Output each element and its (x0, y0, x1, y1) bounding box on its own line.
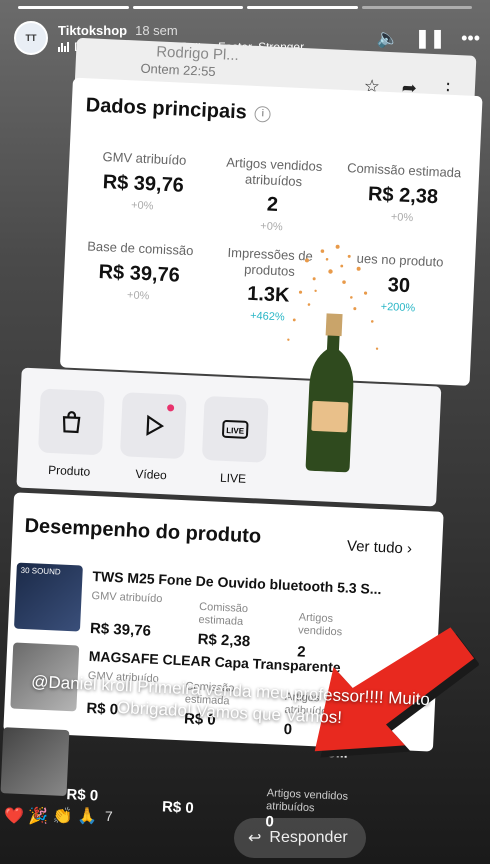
shortcut-product: Produto (37, 388, 105, 479)
metric-commission: Comissão estimada R$ 2,38 +0% (346, 160, 462, 224)
metric-items-sold: Artigos vendidos atribuídos 2 +0% (225, 154, 323, 234)
main-data-card: Dados principais i GMV atribuído R$ 39,7… (59, 77, 483, 386)
performance-title: Desempenho do produto (24, 514, 262, 548)
metric-gmv: GMV atribuído R$ 39,76 +0% (102, 149, 187, 212)
live-icon: LIVE (222, 419, 249, 439)
info-icon: i (254, 105, 272, 123)
reactions-bar[interactable]: ❤️ 🎉 👏 🙏 7 (4, 806, 113, 826)
product-thumbnail (0, 727, 70, 797)
svg-text:LIVE: LIVE (226, 426, 245, 436)
metric-commission-base: Base de comissão R$ 39,76 +0% (86, 238, 194, 302)
reaction-count: 7 (105, 808, 113, 824)
more-options-icon[interactable]: ••• (461, 28, 480, 49)
shortcut-live: LIVE LIVE (201, 395, 269, 487)
shopping-bag-icon (62, 411, 81, 434)
reply-button[interactable]: ↩ Responder (234, 818, 366, 858)
main-data-title: Dados principais (85, 94, 248, 124)
product-thumbnail: 30 SOUND (13, 562, 83, 632)
reaction-emojis: ❤️ 🎉 👏 🙏 (4, 808, 98, 825)
shortcut-video: Vídeo (119, 392, 187, 483)
reply-label: Responder (269, 829, 348, 846)
play-icon (146, 414, 165, 436)
contact-time: Ontem 22:55 (140, 60, 216, 80)
champagne-bottle-sticker (287, 244, 379, 473)
story-progress (18, 6, 472, 9)
see-all-link: Ver tudo › (346, 537, 413, 558)
reply-icon: ↩ (248, 830, 262, 847)
